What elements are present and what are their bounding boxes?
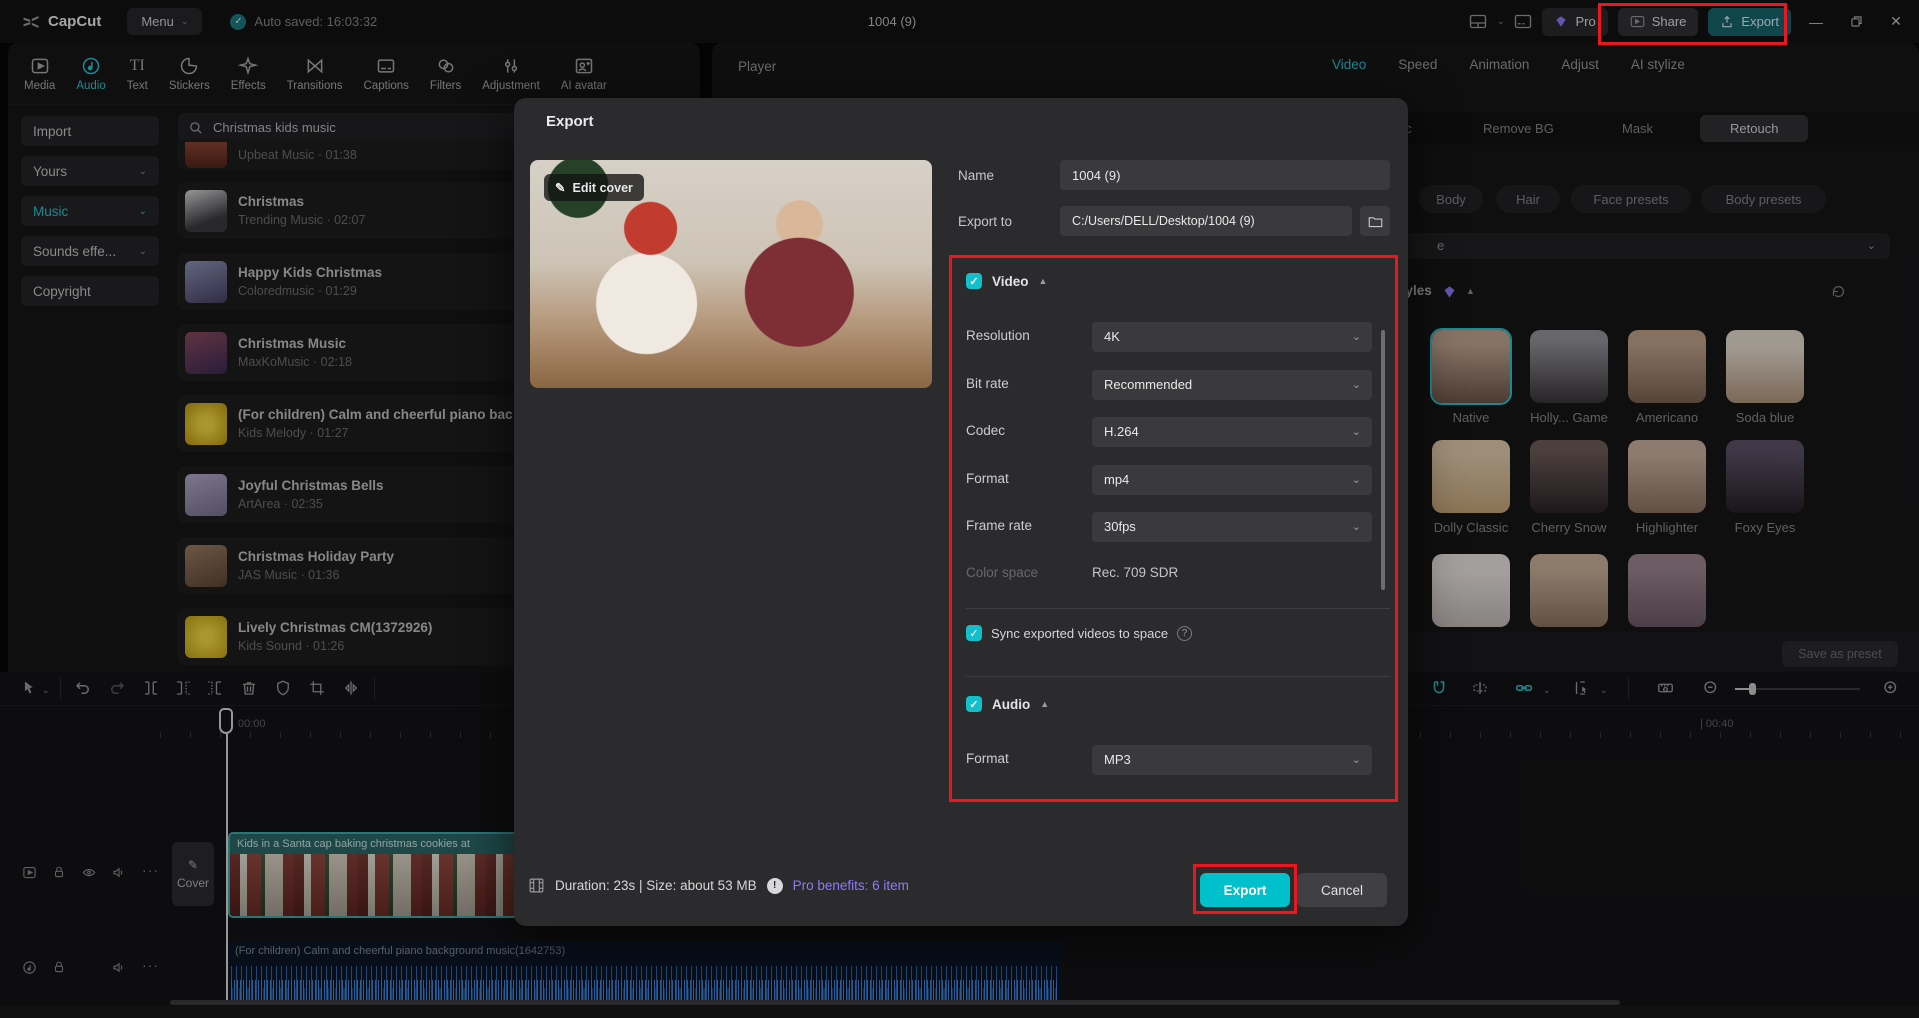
alert-icon: ! <box>767 878 783 894</box>
pencil-icon: ✎ <box>555 180 565 195</box>
cancel-button[interactable]: Cancel <box>1297 873 1387 907</box>
dialog-title: Export <box>546 113 594 130</box>
name-field[interactable] <box>1060 160 1390 190</box>
annotation-export-button <box>1193 864 1297 914</box>
annotation-settings <box>949 255 1398 802</box>
edit-cover-button[interactable]: ✎ Edit cover <box>544 174 644 201</box>
export-path-field[interactable] <box>1060 206 1352 236</box>
cover-preview: ✎ Edit cover <box>530 160 932 388</box>
annotation-share-export <box>1598 3 1787 45</box>
duration-size-text: Duration: 23s | Size: about 53 MB <box>555 878 757 893</box>
name-label: Name <box>958 168 994 183</box>
pro-benefits-link[interactable]: Pro benefits: 6 item <box>793 878 909 893</box>
capcut-app: CapCut Menu ⌄ ✓ Auto saved: 16:03:32 100… <box>0 0 1919 1018</box>
film-icon <box>528 877 545 894</box>
browse-folder-button[interactable] <box>1360 206 1390 236</box>
dialog-footer-info: Duration: 23s | Size: about 53 MB ! Pro … <box>528 877 909 894</box>
export-to-label: Export to <box>958 214 1012 229</box>
